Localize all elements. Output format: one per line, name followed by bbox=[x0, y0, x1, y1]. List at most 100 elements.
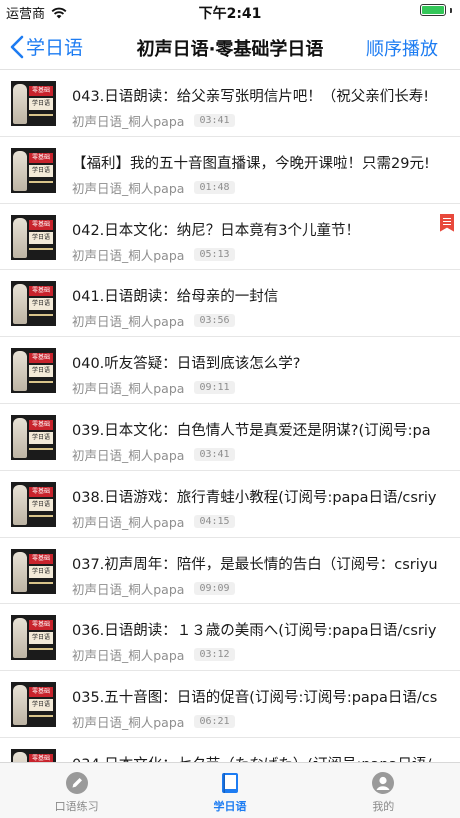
thumbnail-figure bbox=[13, 150, 27, 191]
episode-duration: 04:15 bbox=[194, 514, 235, 528]
back-button-label: 学日语 bbox=[26, 37, 84, 59]
tab-learn-japanese[interactable]: 学日语 bbox=[153, 763, 306, 818]
thumbnail-tag-top: 零基础 bbox=[29, 152, 53, 163]
episode-thumbnail: 零基础学日语 bbox=[11, 348, 56, 394]
episode-duration: 05:13 bbox=[194, 247, 235, 261]
sequential-play-button[interactable]: 顺序播放 bbox=[366, 35, 438, 61]
episode-meta: 初声日语_桐人papa 03:41 bbox=[72, 111, 235, 130]
thumbnail-tag-bottom: 学日语 bbox=[29, 231, 53, 244]
thumbnail-figure bbox=[13, 685, 27, 726]
thumbnail-stripe bbox=[29, 581, 53, 584]
chevron-left-icon bbox=[10, 35, 24, 58]
back-button[interactable]: 学日语 bbox=[10, 33, 83, 60]
episode-list: 零基础 学日语 043.日语朗读：给父亲写张明信片吧！（祝父亲们长寿! 初声日语_桐人… bbox=[0, 70, 460, 762]
episode-row[interactable]: 零基础学日语 034.日本文化：七夕节（たなばた）(订阅号:papa日语/ bbox=[0, 738, 460, 762]
thumbnail-figure bbox=[13, 284, 27, 325]
status-right bbox=[420, 4, 452, 16]
episode-author: 初声日语_桐人papa bbox=[72, 447, 185, 463]
thumbnail-tag-bottom: 学日语 bbox=[29, 164, 53, 177]
pencil-icon bbox=[65, 772, 88, 794]
episode-row[interactable]: 零基础 学日语 040.听友答疑：日语到底该怎么学? 初声日语_桐人papa 09:11 bbox=[0, 337, 460, 404]
thumbnail-stripe bbox=[29, 381, 53, 384]
episode-meta: 初声日语_桐人papa 04:15 bbox=[72, 512, 235, 531]
episode-meta: 初声日语_桐人papa 03:56 bbox=[72, 311, 235, 330]
thumbnail-figure bbox=[13, 417, 27, 458]
thumbnail-tag-bottom: 学日语 bbox=[29, 365, 53, 378]
tab-label: 我的 bbox=[372, 800, 395, 813]
tab-me[interactable]: 我的 bbox=[307, 763, 460, 818]
thumbnail-tag-top: 零基础 bbox=[29, 219, 53, 230]
episode-thumbnail: 零基础学日语 bbox=[11, 682, 56, 728]
thumbnail-tag-bottom: 学日语 bbox=[29, 498, 53, 511]
thumbnail-stripe bbox=[29, 114, 53, 116]
thumbnail-figure bbox=[13, 351, 27, 392]
tab-bar: 口语练习 学日语 我的 bbox=[0, 762, 460, 818]
thumbnail-tag-top: 零基础 bbox=[29, 687, 53, 698]
episode-title: 041.日语朗读：给母亲的一封信 bbox=[72, 289, 279, 306]
battery-icon bbox=[420, 4, 446, 16]
tab-label: 口语练习 bbox=[54, 800, 99, 813]
episode-thumbnail: 零基础学日语 bbox=[11, 214, 56, 260]
episode-author: 初声日语_桐人papa bbox=[72, 514, 185, 530]
episode-row[interactable]: 零基础 学日语 042.日本文化：纳尼？日本竟有3个儿童节！ 初声日语_桐人papa 0… bbox=[0, 204, 460, 271]
thumbnail-tag-top: 零基础 bbox=[29, 419, 53, 430]
episode-row[interactable]: 零基础 学日语 【福利】我的五十音图直播课，今晚开课啦！只需29元! 初声日语_桐人p… bbox=[0, 137, 460, 204]
thumbnail-stripe bbox=[29, 648, 53, 651]
thumbnail-figure bbox=[13, 618, 27, 659]
episode-meta: 初声日语_桐人papa 09:09 bbox=[72, 579, 235, 598]
episode-duration: 09:09 bbox=[194, 581, 235, 595]
episode-row[interactable]: 零基础 学日语 035.五十音图：日语的促音(订阅号:订阅号:papa日语/cs 初声… bbox=[0, 671, 460, 738]
thumbnail-stripe bbox=[29, 715, 53, 718]
episode-meta: 初声日语_桐人papa 01:48 bbox=[72, 178, 235, 197]
episode-author: 初声日语_桐人papa bbox=[72, 114, 185, 129]
episode-title: 039.日本文化：白色情人节是真爱还是阴谋?(订阅号:pa bbox=[72, 422, 431, 439]
thumbnail-tag-bottom: 学日语 bbox=[29, 298, 53, 311]
book-icon bbox=[221, 773, 238, 793]
episode-row[interactable]: 零基础 学日语 041.日语朗读：给母亲的一封信 初声日语_桐人papa 03:56 bbox=[0, 270, 460, 338]
thumbnail-tag-top: 零基础 bbox=[29, 286, 53, 297]
episode-duration: 06:21 bbox=[194, 715, 235, 729]
navigation-bar: 学日语 初声日语·零基础学日语 顺序播放 bbox=[0, 24, 460, 70]
thumbnail-figure bbox=[13, 217, 27, 258]
episode-duration: 03:56 bbox=[194, 314, 235, 328]
episode-meta: 初声日语_桐人papa 06:21 bbox=[72, 712, 235, 731]
episode-duration: 03:41 bbox=[194, 114, 235, 127]
thumbnail-figure bbox=[13, 751, 27, 762]
episode-author: 初声日语_桐人papa bbox=[72, 648, 185, 664]
episode-row[interactable]: 零基础学日语 043.日语朗读：给父亲写张明信片吧！（祝父亲们长寿! 初声日语_桐人… bbox=[0, 70, 460, 137]
episode-author: 初声日语_桐人papa bbox=[72, 581, 185, 597]
thumbnail-figure bbox=[13, 484, 27, 525]
episode-author: 初声日语_桐人papa bbox=[72, 715, 185, 731]
episode-thumbnail: 零基础学日语 bbox=[11, 748, 56, 762]
user-icon bbox=[372, 772, 395, 794]
episode-title: 043.日语朗读：给父亲写张明信片吧！（祝父亲们长寿! bbox=[72, 89, 430, 105]
thumbnail-tag-bottom: 学日语 bbox=[29, 699, 53, 712]
episode-meta: 初声日语_桐人papa 05:13 bbox=[72, 245, 235, 264]
episode-title: 042.日本文化：纳尼？日本竟有3个儿童节！ bbox=[72, 222, 361, 239]
tab-label: 学日语 bbox=[213, 800, 247, 813]
episode-row[interactable]: 零基础 学日语 036.日语朗读：１３歳の美雨へ(订阅号:papa日语/csriy 初… bbox=[0, 604, 460, 672]
thumbnail-tag-top: 零基础 bbox=[29, 753, 53, 762]
episode-thumbnail: 零基础学日语 bbox=[11, 81, 56, 126]
thumbnail-figure bbox=[13, 84, 27, 124]
thumbnail-stripe bbox=[29, 447, 53, 450]
thumbnail-tag-bottom: 学日语 bbox=[29, 565, 53, 578]
episode-duration: 01:48 bbox=[194, 180, 235, 194]
episode-author: 初声日语_桐人papa bbox=[72, 381, 185, 397]
episode-thumbnail: 零基础学日语 bbox=[11, 281, 56, 327]
thumbnail-tag-top: 零基础 bbox=[29, 86, 53, 96]
episode-meta: 初声日语_桐人papa 09:11 bbox=[72, 378, 235, 397]
episode-row[interactable]: 零基础 学日语 037.初声周年：陪伴，是最长情的告白（订阅号：csriyu 初声日语… bbox=[0, 538, 460, 605]
episode-row[interactable]: 零基础 学日语 038.日语游戏：旅行青蛙小教程(订阅号:papa日语/csriy 初… bbox=[0, 471, 460, 538]
episode-author: 初声日语_桐人papa bbox=[72, 247, 185, 263]
thumbnail-tag-bottom: 学日语 bbox=[29, 98, 53, 110]
episode-row[interactable]: 零基础 学日语 039.日本文化：白色情人节是真爱还是阴谋?(订阅号:pa 初声日语_… bbox=[0, 404, 460, 471]
thumbnail-tag-bottom: 学日语 bbox=[29, 431, 53, 444]
episode-author: 初声日语_桐人papa bbox=[72, 180, 185, 196]
thumbnail-tag-top: 零基础 bbox=[29, 620, 53, 631]
episode-thumbnail: 零基础学日语 bbox=[11, 147, 56, 193]
thumbnail-stripe bbox=[29, 314, 53, 317]
episode-title: 037.初声周年：陪伴，是最长情的告白（订阅号：csriyu bbox=[72, 556, 438, 573]
episode-duration: 03:41 bbox=[194, 447, 235, 461]
tab-speaking-practice[interactable]: 口语练习 bbox=[0, 763, 153, 818]
